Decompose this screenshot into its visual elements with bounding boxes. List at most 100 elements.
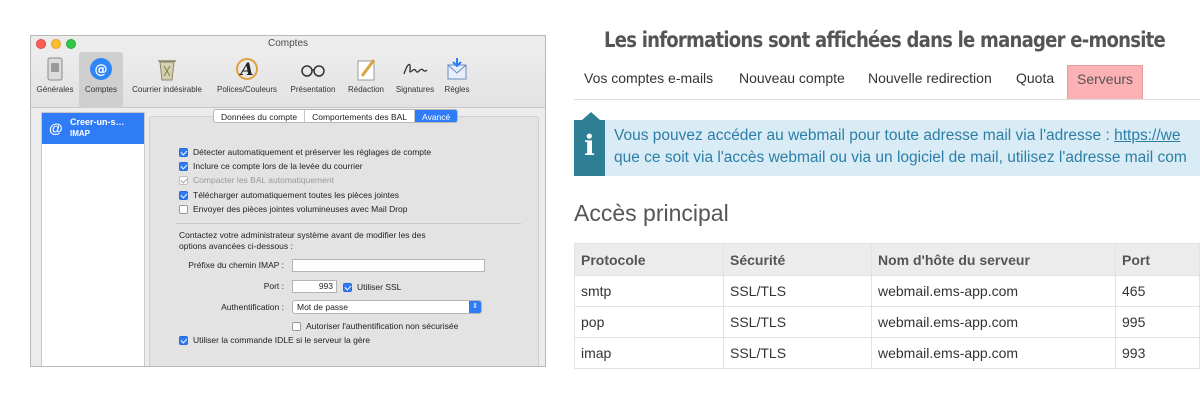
column-header: Sécurité [723,243,872,276]
account-list: @ Creer-un-s… IMAP [41,112,145,366]
preferences-content: @ Creer-un-s… IMAP Détecter automatiquem… [31,109,545,366]
tab-serveurs[interactable]: Serveurs [1067,65,1144,100]
checkbox[interactable] [343,282,352,292]
table-cell: imap [574,337,724,369]
checkbox[interactable] [179,161,188,171]
checkbox-mail-drop[interactable]: Envoyer des pièces jointes volumineuses … [179,203,408,215]
table-row: pop SSL/TLS webmail.ems-app.com 995 [574,306,1200,338]
table-header-row: Protocole Sécurité Nom d'hôte du serveur… [574,243,1200,276]
toolbar-label: Règles [444,85,470,94]
account-list-item[interactable]: @ Creer-un-s… IMAP [42,113,144,144]
info-caret [582,112,600,120]
toolbar-item-signatures[interactable]: Signatures [391,52,439,108]
toolbar-item-courrier-indesirable[interactable]: Courrier indésirable [125,52,209,108]
info-alert: i Vous pouvez accéder au webmail pour to… [574,120,1200,176]
section-title: Accès principal [574,200,729,226]
toolbar-label: Générales [36,85,74,94]
table-cell: SSL/TLS [723,337,872,369]
table-cell: 993 [1115,337,1200,369]
tab-donnees-du-compte[interactable]: Données du compte [214,110,306,122]
webmail-link[interactable]: https://we [1114,127,1180,144]
account-settings-panel: Détecter automatiquement et préserver le… [149,109,539,366]
settings-tab-control: Données du compte Comportements des BAL … [213,109,459,123]
tab-nouveau-compte[interactable]: Nouveau compte [739,65,845,100]
imap-prefix-input[interactable] [292,259,485,272]
checkbox-label: Envoyer des pièces jointes volumineuses … [193,204,408,214]
checkbox-compact-mailboxes: Compacter les BAL automatiquement [179,174,334,186]
toolbar-label: Comptes [84,85,117,94]
at-icon: @ [90,58,112,80]
imap-prefix-label: Préfixe du chemin IMAP : [188,260,284,270]
trash-icon [158,60,176,81]
authentication-popup[interactable]: Mot de passe ⇕ [292,300,482,314]
rules-icon [447,58,467,80]
server-table: Protocole Sécurité Nom d'hôte du serveur… [574,243,1200,369]
checkbox-include-account[interactable]: Inclure ce compte lors de la levée du co… [179,160,363,172]
checkbox-label: Inclure ce compte lors de la levée du co… [193,161,363,171]
toolbar-label: Rédaction [347,85,385,94]
table-row: smtp SSL/TLS webmail.ems-app.com 465 [574,275,1200,307]
account-name: Creer-un-s… [70,117,125,127]
checkbox[interactable] [179,335,188,345]
tab-comportements-des-bal[interactable]: Comportements des BAL [305,110,416,122]
checkbox-label: Utiliser la commande IDLE si le serveur … [193,335,371,345]
table-cell: webmail.ems-app.com [871,337,1116,369]
checkbox-label: Autoriser l'authentification non sécuris… [306,321,459,331]
checkbox-use-ssl[interactable]: Utiliser SSL [343,281,401,293]
column-header: Port [1115,243,1200,276]
window-title: Comptes [267,38,308,49]
account-type: IMAP [70,129,90,138]
glasses-icon [301,65,325,77]
page-heading: Les informations sont affichées dans le … [604,28,1166,52]
svg-text:A: A [238,60,253,80]
checkbox[interactable] [179,147,188,157]
toolbar-label: Polices/Couleurs [216,85,278,94]
font-icon: A [236,58,258,80]
chevron-updown-icon: ⇕ [469,301,481,313]
settings-box: Détecter automatiquement et préserver le… [149,116,539,366]
checkbox-detect-settings[interactable]: Détecter automatiquement et préserver le… [179,146,431,158]
authentication-label: Authentification : [221,302,284,312]
toolbar-label: Courrier indésirable [132,85,202,94]
switch-icon [47,57,63,81]
checkbox[interactable] [179,204,188,214]
admin-note-line: Contactez votre administrateur système a… [179,230,426,240]
info-text-line: Vous pouvez accéder au webmail pour tout… [614,127,1180,145]
toolbar-item-generales[interactable]: Générales [35,52,75,108]
table-row: imap SSL/TLS webmail.ems-app.com 993 [574,337,1200,369]
panel-divider [176,223,521,224]
window-titlebar: Comptes [31,36,545,52]
nav-divider [574,99,1200,100]
info-text: Vous pouvez accéder au webmail pour tout… [614,127,1115,144]
checkbox-label: Télécharger automatiquement toutes les p… [193,190,400,200]
table-cell: 465 [1115,275,1200,307]
mail-preferences-window: Comptes Générales @ Comptes Courrier ind… [30,35,546,367]
checkbox[interactable] [179,190,188,200]
table-cell: pop [574,306,724,338]
tab-quota[interactable]: Quota [1016,65,1054,100]
tab-nouvelle-redirection[interactable]: Nouvelle redirection [868,65,992,100]
table-cell: SSL/TLS [723,275,872,307]
table-cell: 995 [1115,306,1200,338]
port-label: Port : [263,281,284,291]
table-cell: webmail.ems-app.com [871,306,1116,338]
toolbar-item-polices-couleurs[interactable]: A Polices/Couleurs [211,52,283,108]
tab-vos-comptes-e-mails[interactable]: Vos comptes e-mails [584,65,713,100]
checkbox-idle-command[interactable]: Utiliser la commande IDLE si le serveur … [179,334,370,346]
server-nav-tabs: Vos comptes e-mails Nouveau compte Nouve… [574,65,1200,100]
port-input[interactable]: 993 [292,280,337,293]
toolbar-item-presentation[interactable]: Présentation [283,52,343,108]
toolbar-label: Présentation [290,85,336,94]
checkbox[interactable] [292,321,301,331]
toolbar-item-regles[interactable]: Règles [439,52,475,108]
toolbar-item-comptes[interactable]: @ Comptes [79,52,123,108]
info-icon: i [584,129,595,162]
checkbox-download-attachments[interactable]: Télécharger automatiquement toutes les p… [179,189,399,201]
tab-avance[interactable]: Avancé [415,110,458,122]
pen-icon [357,59,376,81]
checkbox-insecure-auth[interactable]: Autoriser l'authentification non sécuris… [292,320,458,332]
toolbar-label: Signatures [395,85,435,94]
column-header: Protocole [574,243,724,276]
toolbar-item-redaction[interactable]: Rédaction [343,52,389,108]
preferences-toolbar: Générales @ Comptes Courrier indésirable [31,52,545,108]
